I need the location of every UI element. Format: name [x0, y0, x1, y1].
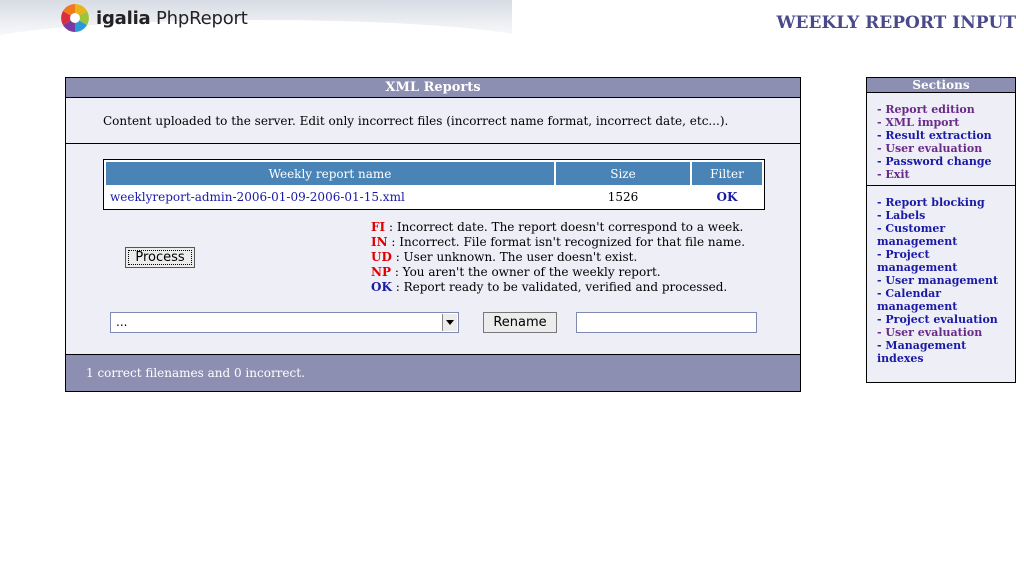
- section-link-report-edition[interactable]: - Report edition: [877, 103, 1005, 116]
- legend-code: IN: [371, 235, 388, 249]
- section-link-user-evaluation-admin[interactable]: - User evaluation: [877, 326, 1005, 339]
- section-link-result-extraction[interactable]: - Result extraction: [877, 129, 1005, 142]
- file-select-value: ...: [116, 315, 128, 329]
- logo-brand: igalia: [96, 7, 151, 29]
- chevron-down-icon[interactable]: [442, 314, 457, 331]
- igalia-logo: igalia PhpReport: [60, 2, 248, 34]
- section-link-exit[interactable]: - Exit: [877, 168, 1005, 181]
- sections-group-admin: - Report blocking - Labels - Customer ma…: [867, 185, 1015, 369]
- file-link[interactable]: weeklyreport-admin-2006-01-09-2006-01-15…: [110, 190, 405, 204]
- column-header-size: Size: [556, 162, 690, 185]
- logo-product: PhpReport: [156, 7, 248, 29]
- section-link-user-evaluation[interactable]: - User evaluation: [877, 142, 1005, 155]
- legend-text: : You aren't the owner of the weekly rep…: [394, 265, 661, 279]
- section-link-user-management[interactable]: - User management: [877, 274, 1005, 287]
- section-link-management-indexes[interactable]: - Management indexes: [877, 339, 1005, 365]
- file-name-cell: weeklyreport-admin-2006-01-09-2006-01-15…: [106, 187, 554, 207]
- file-select[interactable]: ...: [110, 312, 459, 333]
- section-link-xml-import[interactable]: - XML import: [877, 116, 1005, 129]
- reports-table: Weekly report name Size Filter weeklyrep…: [103, 159, 765, 210]
- legend-item: FI : Incorrect date. The report doesn't …: [371, 220, 745, 235]
- section-link-report-blocking[interactable]: - Report blocking: [877, 196, 1005, 209]
- section-link-labels[interactable]: - Labels: [877, 209, 1005, 222]
- legend-code: OK: [371, 280, 392, 294]
- process-button[interactable]: Process: [125, 247, 195, 268]
- panel-title: XML Reports: [66, 78, 800, 98]
- sections-group-user: - Report edition - XML import - Result e…: [867, 93, 1015, 185]
- logo-text: igalia PhpReport: [96, 8, 248, 29]
- result-summary: 1 correct filenames and 0 incorrect.: [66, 354, 800, 391]
- sections-sidebar: Sections - Report edition - XML import -…: [866, 77, 1016, 383]
- legend-item: OK : Report ready to be validated, verif…: [371, 280, 745, 295]
- legend-item: NP : You aren't the owner of the weekly …: [371, 265, 745, 280]
- table-row: weeklyreport-admin-2006-01-09-2006-01-15…: [106, 187, 762, 207]
- rename-row: ... Rename: [110, 312, 760, 334]
- page-title: WEEKLY REPORT INPUT: [776, 13, 1016, 33]
- legend-item: IN : Incorrect. File format isn't recogn…: [371, 235, 745, 250]
- igalia-logo-icon: [61, 4, 89, 32]
- filter-status-cell: OK: [692, 187, 762, 207]
- legend-code: NP: [371, 265, 391, 279]
- legend-text: : Incorrect. File format isn't recognize…: [391, 235, 746, 249]
- status-legend: FI : Incorrect date. The report doesn't …: [371, 220, 745, 295]
- legend-code: FI: [371, 220, 386, 234]
- table-header-row: Weekly report name Size Filter: [106, 162, 762, 185]
- legend-code: UD: [371, 250, 392, 264]
- file-size-cell: 1526: [556, 187, 690, 207]
- column-header-name: Weekly report name: [106, 162, 554, 185]
- xml-reports-panel: XML Reports Content uploaded to the serv…: [65, 77, 801, 392]
- legend-item: UD : User unknown. The user doesn't exis…: [371, 250, 745, 265]
- section-link-calendar-management[interactable]: - Calendar management: [877, 287, 1005, 313]
- legend-text: : Report ready to be validated, verified…: [395, 280, 728, 294]
- section-link-password-change[interactable]: - Password change: [877, 155, 1005, 168]
- section-link-project-evaluation[interactable]: - Project evaluation: [877, 313, 1005, 326]
- section-link-project-management[interactable]: - Project management: [877, 248, 1005, 274]
- legend-text: : Incorrect date. The report doesn't cor…: [388, 220, 744, 234]
- sections-title: Sections: [867, 78, 1015, 93]
- rename-input[interactable]: [576, 312, 757, 333]
- intro-text: Content uploaded to the server. Edit onl…: [66, 98, 800, 144]
- section-link-customer-management[interactable]: - Customer management: [877, 222, 1005, 248]
- column-header-filter: Filter: [692, 162, 762, 185]
- legend-text: : User unknown. The user doesn't exist.: [395, 250, 638, 264]
- rename-button[interactable]: Rename: [483, 312, 557, 333]
